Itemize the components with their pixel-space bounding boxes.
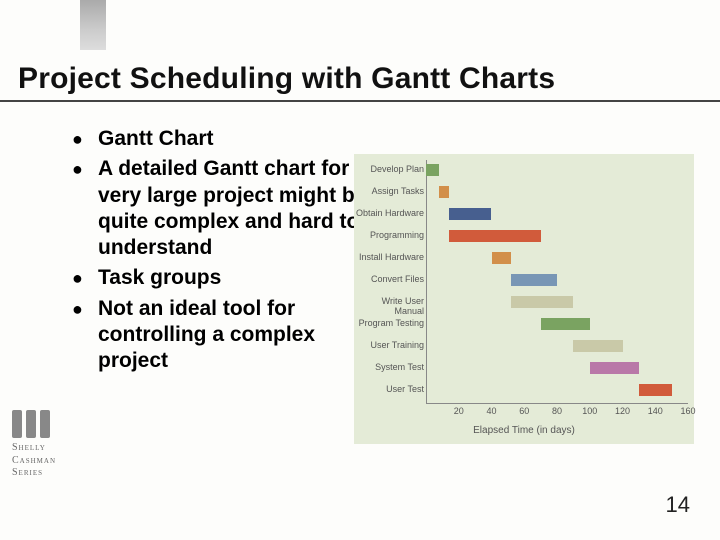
bullet-item: ● Task groups: [72, 265, 382, 291]
task-label: Program Testing: [354, 318, 424, 328]
logo-stripes-icon: [12, 410, 76, 438]
task-label: User Test: [354, 384, 424, 394]
bullet-icon: ●: [72, 265, 98, 291]
page-number: 14: [666, 492, 690, 518]
gantt-bar: [511, 274, 557, 286]
x-axis: 20406080100120140160: [426, 406, 688, 418]
task-row: Assign Tasks: [354, 182, 688, 202]
logo-text: Shelly Cashman Series: [12, 442, 76, 480]
series-logo: Shelly Cashman Series: [12, 410, 76, 496]
gantt-bar: [573, 340, 622, 352]
gantt-bar: [426, 164, 439, 176]
x-tick: 20: [454, 406, 464, 416]
gantt-bar: [449, 230, 541, 242]
gantt-bar: [449, 208, 492, 220]
task-label: Convert Files: [354, 274, 424, 284]
gantt-chart: Develop Plan Assign Tasks Obtain Hardware P…: [354, 154, 694, 444]
bullet-item: ● Gantt Chart: [72, 126, 382, 152]
task-label: Programming: [354, 230, 424, 240]
task-row: Write User Manual: [354, 292, 688, 312]
task-row: Install Hardware: [354, 248, 688, 268]
bullet-text: Gantt Chart: [98, 126, 214, 152]
task-row: System Test: [354, 358, 688, 378]
x-axis-line: [426, 403, 688, 404]
title-rule: [0, 100, 720, 102]
gantt-bar: [541, 318, 590, 330]
task-row: Develop Plan: [354, 160, 688, 180]
task-label: Develop Plan: [354, 164, 424, 174]
x-tick: 120: [615, 406, 630, 416]
x-axis-label: Elapsed Time (in days): [354, 425, 694, 436]
bullet-icon: ●: [72, 296, 98, 375]
bullet-item: ● Not an ideal tool for controlling a co…: [72, 296, 382, 375]
gantt-bar: [639, 384, 672, 396]
x-tick: 140: [648, 406, 663, 416]
task-label: User Training: [354, 340, 424, 350]
task-row: User Training: [354, 336, 688, 356]
bullet-text: Task groups: [98, 265, 221, 291]
accent-bar: [80, 0, 106, 50]
x-tick: 40: [486, 406, 496, 416]
x-tick: 160: [680, 406, 695, 416]
bullet-item: ● A detailed Gantt chart for a very larg…: [72, 156, 382, 261]
task-row: User Test: [354, 380, 688, 400]
bullet-icon: ●: [72, 126, 98, 152]
x-tick: 80: [552, 406, 562, 416]
logo-line: Series: [12, 467, 76, 480]
slide: Project Scheduling with Gantt Charts ● G…: [0, 0, 720, 540]
logo-line: Cashman: [12, 455, 76, 468]
bullet-list: ● Gantt Chart ● A detailed Gantt chart f…: [72, 126, 382, 378]
task-row: Obtain Hardware: [354, 204, 688, 224]
task-label: Obtain Hardware: [354, 208, 424, 218]
gantt-bar: [492, 252, 512, 264]
task-row: Programming: [354, 226, 688, 246]
slide-title: Project Scheduling with Gantt Charts: [18, 62, 702, 96]
x-tick: 60: [519, 406, 529, 416]
logo-line: Shelly: [12, 442, 76, 455]
task-label: System Test: [354, 362, 424, 372]
gantt-bar: [439, 186, 449, 198]
bullet-text: A detailed Gantt chart for a very large …: [98, 156, 382, 261]
bullet-icon: ●: [72, 156, 98, 261]
task-row: Convert Files: [354, 270, 688, 290]
task-row: Program Testing: [354, 314, 688, 334]
task-label: Write User Manual: [354, 296, 424, 316]
gantt-bar: [511, 296, 573, 308]
gantt-plot-area: Develop PlanAssign TasksObtain HardwareP…: [426, 160, 688, 402]
task-label: Install Hardware: [354, 252, 424, 262]
gantt-bar: [590, 362, 639, 374]
x-tick: 100: [582, 406, 597, 416]
bullet-text: Not an ideal tool for controlling a comp…: [98, 296, 382, 375]
task-label: Assign Tasks: [354, 186, 424, 196]
